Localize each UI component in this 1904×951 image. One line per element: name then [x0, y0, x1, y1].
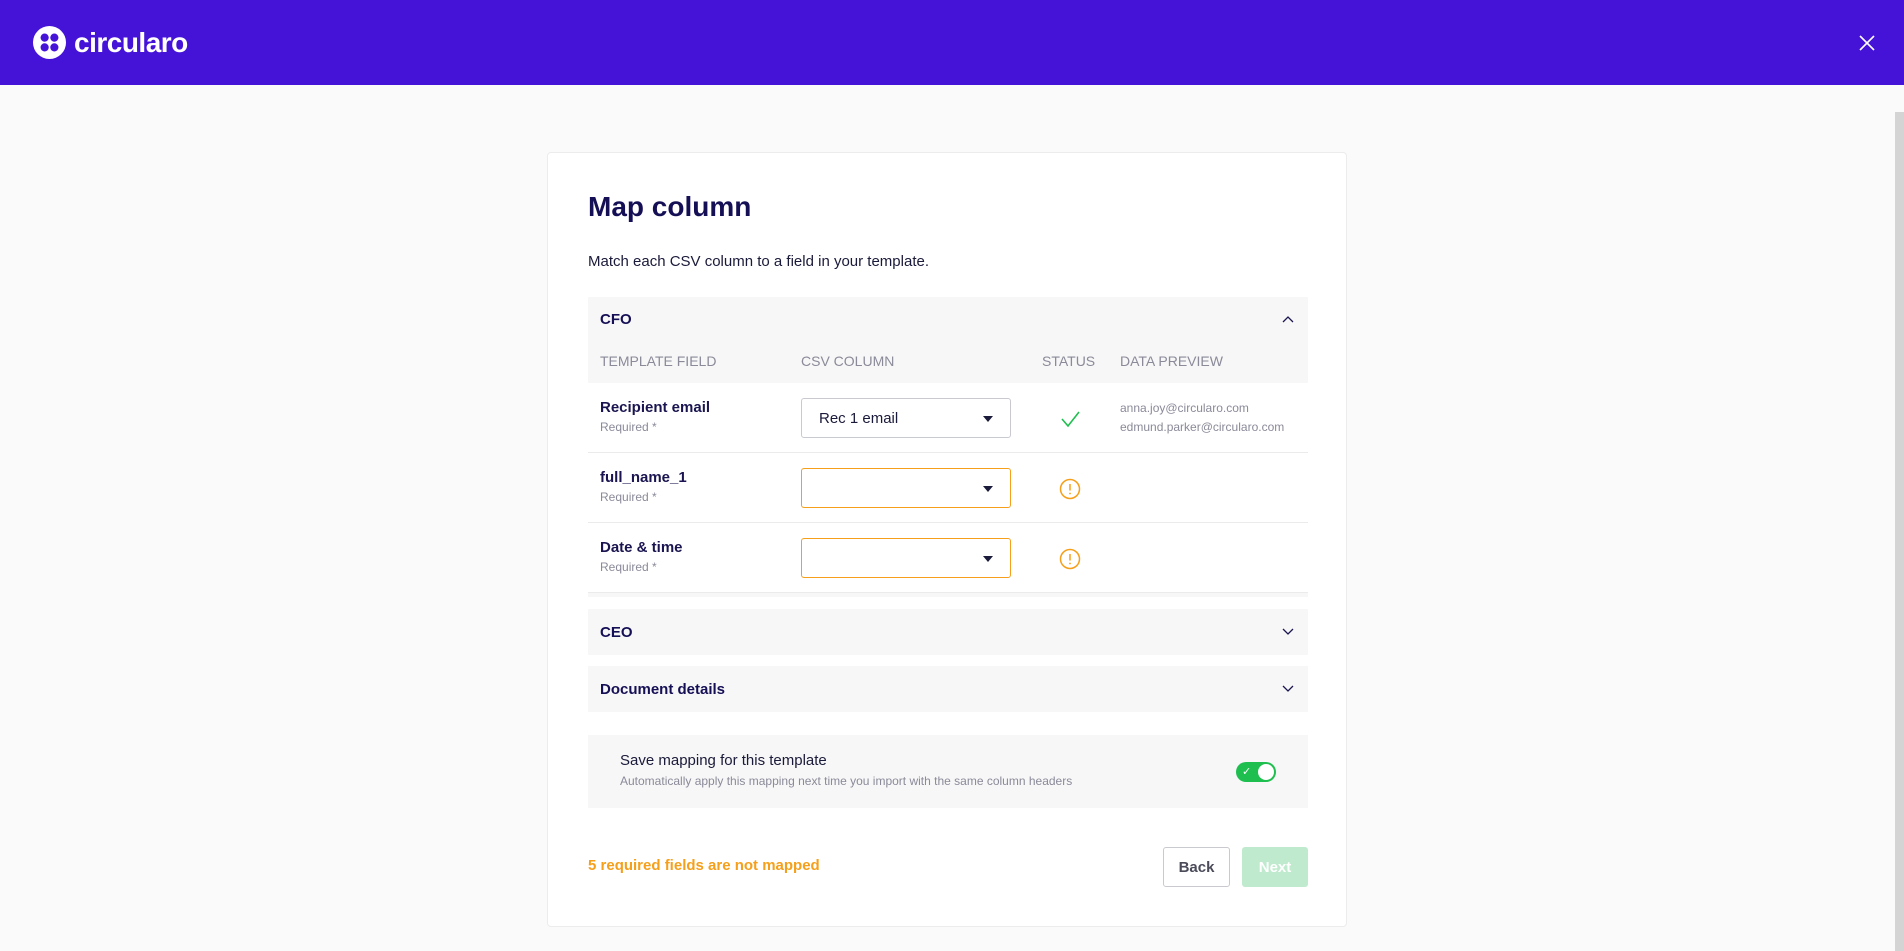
col-status: STATUS — [1042, 353, 1096, 369]
col-data-preview: DATA PREVIEW — [1120, 353, 1223, 369]
section-title: CEO — [600, 623, 633, 641]
required-label: Required * — [600, 490, 657, 504]
section-cfo-header[interactable]: CFO — [588, 297, 1308, 341]
close-icon[interactable] — [1854, 30, 1880, 56]
section-title: Document details — [600, 680, 726, 698]
chevron-up-icon — [1282, 316, 1294, 323]
page-scrollbar[interactable] — [1895, 112, 1904, 951]
check-icon: ✓ — [1242, 766, 1252, 778]
section-document-details: Document details — [588, 666, 1308, 712]
field-name: full_name_1 — [600, 469, 687, 486]
circularo-logo[interactable]: circularo — [32, 25, 188, 60]
section-title: CFO — [600, 310, 632, 328]
section-ceo: CEO — [588, 609, 1308, 655]
col-csv-column: CSV COLUMN — [801, 353, 895, 369]
section-document-details-header[interactable]: Document details — [588, 666, 1308, 712]
section-ceo-header[interactable]: CEO — [588, 609, 1308, 655]
warning-icon — [1059, 478, 1081, 500]
page-title: Map column — [588, 191, 752, 222]
required-label: Required * — [600, 560, 657, 574]
field-name: Recipient email — [600, 399, 711, 416]
chevron-down-icon — [1282, 628, 1294, 635]
logo-icon — [32, 25, 67, 60]
save-mapping-title: Save mapping for this template — [620, 752, 827, 769]
data-preview: anna.joy@circularo.com edmund.parker@cir… — [1120, 399, 1284, 437]
brand-name: circularo — [74, 26, 188, 58]
field-name: Date & time — [600, 539, 683, 556]
toggle-knob — [1258, 764, 1274, 780]
col-template-field: TEMPLATE FIELD — [600, 353, 717, 369]
table-row: Recipient email Required * Rec 1 email a… — [588, 383, 1308, 453]
checkmark-icon — [1061, 411, 1080, 428]
caret-down-icon — [983, 416, 993, 422]
preview-value: edmund.parker@circularo.com — [1120, 420, 1285, 434]
next-button[interactable]: Next — [1242, 847, 1308, 887]
required-label: Required * — [600, 420, 657, 434]
csv-column-select[interactable]: Rec 1 email — [801, 398, 1011, 438]
caret-down-icon — [983, 486, 993, 492]
column-headers: TEMPLATE FIELD CSV COLUMN STATUS DATA PR… — [588, 341, 1308, 383]
save-mapping-toggle[interactable]: ✓ — [1236, 762, 1276, 782]
page-subtitle: Match each CSV column to a field in your… — [588, 253, 930, 270]
save-mapping-box: Save mapping for this template Automatic… — [588, 735, 1308, 808]
table-row: Date & time Required * — [588, 523, 1308, 593]
unmapped-warning: 5 required fields are not mapped — [588, 857, 820, 874]
caret-down-icon — [983, 556, 993, 562]
map-column-card: Map column Match each CSV column to a fi… — [547, 152, 1347, 927]
warning-icon — [1059, 548, 1081, 570]
select-value: Rec 1 email — [819, 410, 899, 427]
csv-column-select[interactable] — [801, 468, 1011, 508]
top-bar: circularo — [0, 0, 1904, 85]
preview-value: anna.joy@circularo.com — [1120, 401, 1249, 415]
csv-column-select[interactable] — [801, 538, 1011, 578]
chevron-down-icon — [1282, 685, 1294, 692]
back-button[interactable]: Back — [1163, 847, 1230, 887]
save-mapping-description: Automatically apply this mapping next ti… — [620, 774, 1073, 788]
table-row: full_name_1 Required * — [588, 453, 1308, 523]
section-cfo: CFO TEMPLATE FIELD CSV COLUMN STATUS DAT… — [588, 297, 1308, 597]
